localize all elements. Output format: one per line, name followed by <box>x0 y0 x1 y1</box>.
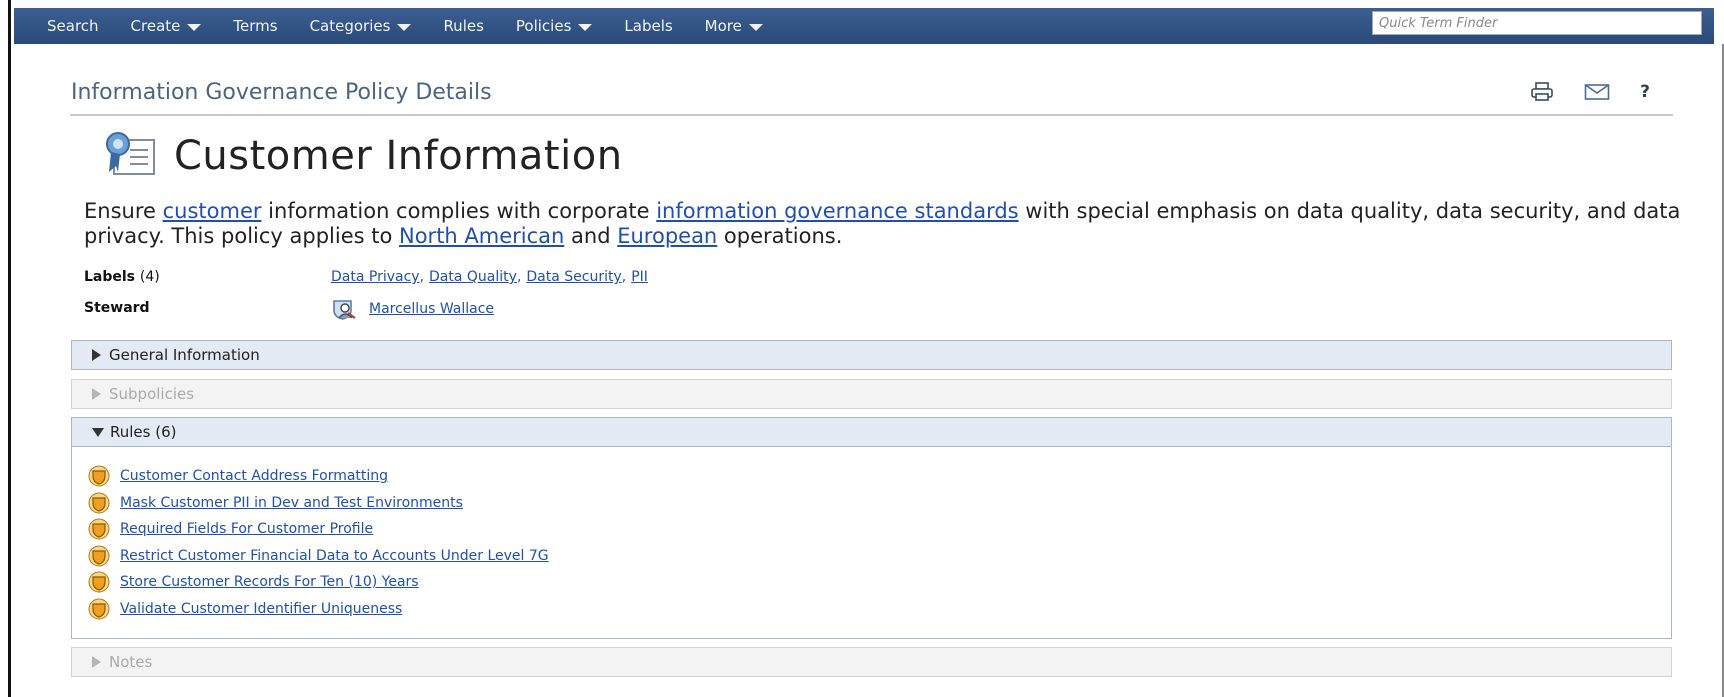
caret-down-icon <box>397 23 412 31</box>
nav-search[interactable]: Search <box>47 17 99 35</box>
label-link[interactable]: Data Quality <box>429 269 517 285</box>
notes-header: Notes <box>72 648 1671 676</box>
rule-item: Restrict Customer Financial Data to Acco… <box>88 543 1671 570</box>
link-north-american[interactable]: North American <box>399 224 564 248</box>
rule-shield-icon <box>88 518 110 540</box>
collapse-arrow-icon <box>92 427 104 437</box>
rule-item: Required Fields For Customer Profile <box>88 516 1671 543</box>
link-customer[interactable]: customer <box>163 199 262 223</box>
steward-value: Marcellus Wallace <box>331 298 494 320</box>
general-information-header[interactable]: General Information <box>72 341 1671 369</box>
policy-description: Ensure customer information complies wit… <box>84 199 1681 248</box>
mail-icon[interactable] <box>1584 83 1610 101</box>
quick-term-finder-input[interactable] <box>1372 11 1702 35</box>
printer-icon[interactable] <box>1530 82 1554 102</box>
section-subpolicies: Subpolicies <box>71 379 1672 409</box>
nav-more-menu[interactable]: More <box>705 17 763 35</box>
caret-down-icon <box>578 23 593 31</box>
top-nav-bar: Search Create Terms Categories Rules Pol… <box>14 8 1714 44</box>
expand-arrow-icon <box>92 388 101 400</box>
subpolicies-header: Subpolicies <box>72 380 1671 408</box>
rule-link[interactable]: Restrict Customer Financial Data to Acco… <box>120 548 549 564</box>
steward-link[interactable]: Marcellus Wallace <box>369 301 494 317</box>
window-left-border <box>8 0 11 697</box>
rule-link[interactable]: Customer Contact Address Formatting <box>120 468 388 484</box>
rule-item: Store Customer Records For Ten (10) Year… <box>88 569 1671 596</box>
rule-item: Mask Customer PII in Dev and Test Enviro… <box>88 490 1671 517</box>
link-european[interactable]: European <box>617 224 717 248</box>
rule-link[interactable]: Validate Customer Identifier Uniqueness <box>120 601 402 617</box>
rule-item: Customer Contact Address Formatting <box>88 463 1671 490</box>
rules-header[interactable]: Rules (6) <box>72 418 1671 446</box>
rule-shield-icon <box>88 492 110 514</box>
labels-label: Labels (4) <box>84 269 160 285</box>
policy-title: Customer Information <box>174 133 623 179</box>
help-icon[interactable]: ? <box>1640 82 1650 102</box>
rule-link[interactable]: Mask Customer PII in Dev and Test Enviro… <box>120 495 463 511</box>
nav-policies-menu[interactable]: Policies <box>516 17 593 35</box>
rule-shield-icon <box>88 571 110 593</box>
rules-list: Customer Contact Address Formatting Mask … <box>72 446 1671 634</box>
rule-link[interactable]: Required Fields For Customer Profile <box>120 521 373 537</box>
nav-rules[interactable]: Rules <box>443 17 483 35</box>
expand-arrow-icon <box>92 349 101 361</box>
nav-categories-menu[interactable]: Categories <box>310 17 412 35</box>
label-link[interactable]: PII <box>631 269 648 285</box>
page-tools: ? <box>1500 82 1650 102</box>
caret-down-icon <box>187 23 202 31</box>
labels-list: Data Privacy, Data Quality, Data Securit… <box>331 269 648 285</box>
rule-shield-icon <box>88 545 110 567</box>
section-general-information: General Information <box>71 340 1672 370</box>
section-notes: Notes <box>71 647 1672 677</box>
rule-item: Validate Customer Identifier Uniqueness <box>88 596 1671 623</box>
policy-certificate-icon <box>100 130 156 182</box>
policy-title-row: Customer Information <box>100 130 623 182</box>
nav-terms[interactable]: Terms <box>233 17 277 35</box>
steward-user-icon <box>331 298 357 320</box>
rule-shield-icon <box>88 598 110 620</box>
link-information-governance-standards[interactable]: information governance standards <box>656 199 1018 223</box>
label-link[interactable]: Data Privacy <box>331 269 420 285</box>
heading-divider <box>70 114 1673 116</box>
steward-label: Steward <box>84 300 150 316</box>
page-heading: Information Governance Policy Details <box>71 80 492 105</box>
rule-shield-icon <box>88 465 110 487</box>
caret-down-icon <box>748 23 763 31</box>
label-link[interactable]: Data Security <box>526 269 621 285</box>
rule-link[interactable]: Store Customer Records For Ten (10) Year… <box>120 574 419 590</box>
nav-labels[interactable]: Labels <box>624 17 672 35</box>
section-rules: Rules (6) Customer Contact Address Forma… <box>71 417 1672 639</box>
expand-arrow-icon <box>92 656 101 668</box>
nav-create-menu[interactable]: Create <box>131 17 202 35</box>
